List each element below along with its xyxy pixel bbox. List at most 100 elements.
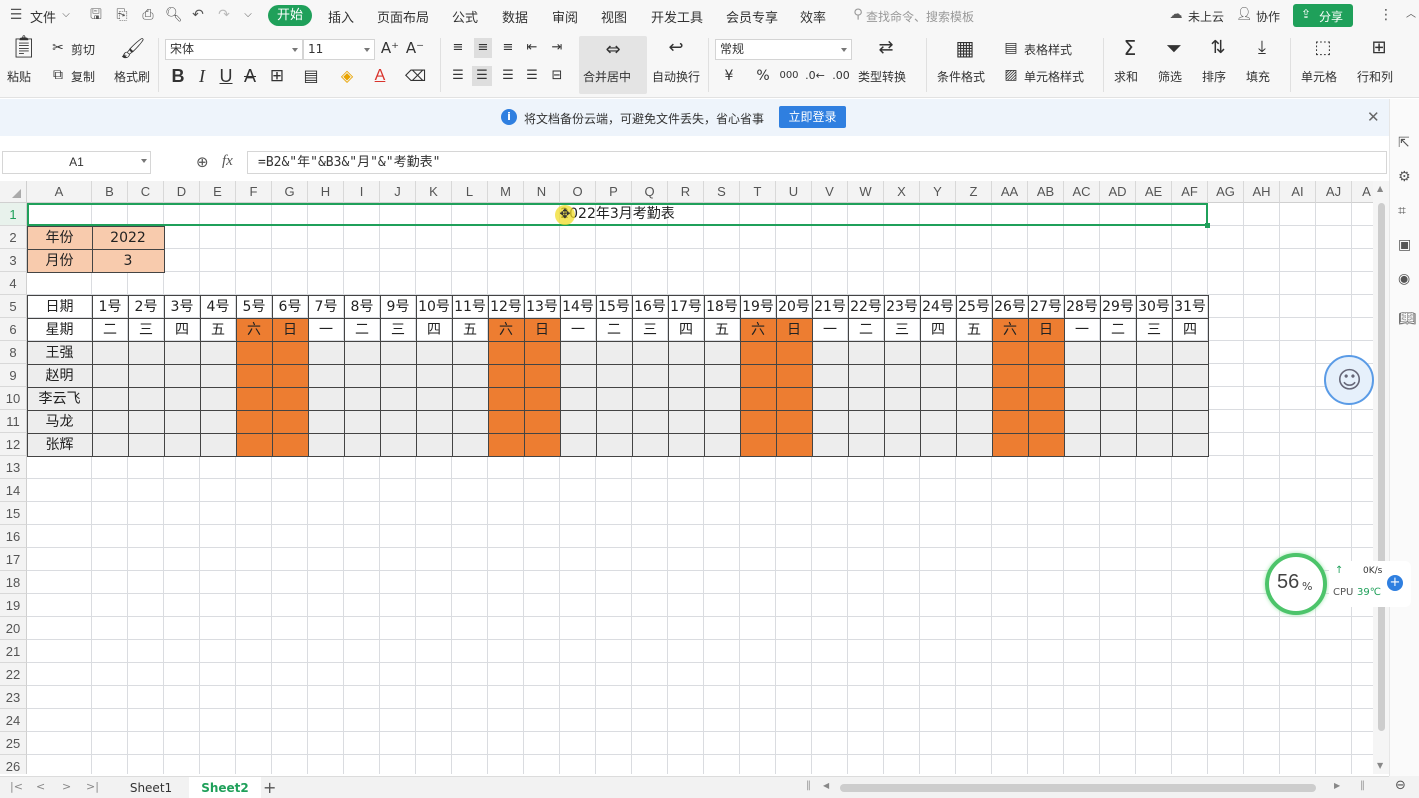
attendance-cell[interactable]: [811, 432, 849, 457]
attendance-cell[interactable]: [91, 409, 129, 434]
attendance-cell[interactable]: [379, 340, 417, 365]
title-cell[interactable]: 2022年3月考勤表: [27, 203, 1208, 226]
table-style-icon[interactable]: ▤: [1003, 38, 1019, 58]
day-header-cell[interactable]: 6号: [271, 294, 309, 319]
bold-icon[interactable]: B: [170, 66, 186, 86]
attendance-cell[interactable]: [847, 363, 885, 388]
sheet-tab-sheet2[interactable]: Sheet2: [189, 777, 261, 798]
print-icon[interactable]: ⎙: [140, 7, 156, 23]
attendance-cell[interactable]: [163, 340, 201, 365]
percent-icon[interactable]: %: [754, 66, 772, 86]
year-value-cell[interactable]: 2022: [91, 225, 165, 250]
attendance-cell[interactable]: [163, 409, 201, 434]
row-column-button[interactable]: 行和列: [1357, 68, 1393, 85]
attendance-cell[interactable]: [235, 340, 273, 365]
pointer-tool-icon[interactable]: ⇱: [1398, 135, 1410, 151]
row-header[interactable]: 13: [0, 456, 27, 479]
attendance-cell[interactable]: [163, 386, 201, 411]
save-icon[interactable]: 🖫: [88, 7, 104, 23]
sum-button[interactable]: 求和: [1114, 68, 1138, 85]
image-icon[interactable]: ▣: [1398, 237, 1411, 253]
day-header-cell[interactable]: 14号: [559, 294, 597, 319]
column-header[interactable]: A: [1352, 181, 1373, 203]
day-header-cell[interactable]: 29号: [1099, 294, 1137, 319]
column-header[interactable]: S: [704, 181, 740, 203]
scroll-right-icon[interactable]: ▶: [1334, 781, 1340, 790]
attendance-cell[interactable]: [1135, 432, 1173, 457]
employee-name-cell[interactable]: 李云飞: [26, 386, 93, 411]
attendance-cell[interactable]: [631, 363, 669, 388]
column-header[interactable]: AI: [1280, 181, 1316, 203]
day-header-cell[interactable]: 25号: [955, 294, 993, 319]
tab-page-layout[interactable]: 页面布局: [377, 7, 429, 26]
weekday-cell[interactable]: 日: [1027, 317, 1065, 342]
column-header[interactable]: AH: [1244, 181, 1280, 203]
day-header-cell[interactable]: 12号: [487, 294, 525, 319]
attendance-cell[interactable]: [199, 340, 237, 365]
column-header[interactable]: AC: [1064, 181, 1100, 203]
attendance-cell[interactable]: [415, 432, 453, 457]
attendance-cell[interactable]: [343, 340, 381, 365]
attendance-cell[interactable]: [127, 340, 165, 365]
attendance-cell[interactable]: [451, 432, 489, 457]
weekday-cell[interactable]: 二: [847, 317, 885, 342]
filter-icon[interactable]: ⏷: [1162, 38, 1186, 58]
weekday-cell[interactable]: 二: [343, 317, 381, 342]
attendance-cell[interactable]: [91, 340, 129, 365]
day-header-cell[interactable]: 19号: [739, 294, 777, 319]
attendance-cell[interactable]: [1027, 386, 1065, 411]
location-icon[interactable]: ◉: [1398, 271, 1410, 287]
attendance-cell[interactable]: [919, 363, 957, 388]
last-sheet-icon[interactable]: >|: [86, 780, 99, 793]
crop-icon[interactable]: ⌗: [1398, 203, 1406, 219]
attendance-cell[interactable]: [379, 432, 417, 457]
attendance-cell[interactable]: [91, 386, 129, 411]
vertical-scrollbar[interactable]: ▲ ▼: [1373, 181, 1389, 774]
day-header-cell[interactable]: 28号: [1063, 294, 1101, 319]
attendance-cell[interactable]: [163, 363, 201, 388]
attendance-cell[interactable]: [451, 363, 489, 388]
attendance-cell[interactable]: [415, 363, 453, 388]
column-header[interactable]: J: [380, 181, 416, 203]
attendance-cell[interactable]: [595, 432, 633, 457]
attendance-cell[interactable]: [991, 432, 1029, 457]
attendance-cell[interactable]: [1099, 409, 1137, 434]
column-header[interactable]: Z: [956, 181, 992, 203]
attendance-cell[interactable]: [1063, 409, 1101, 434]
attendance-cell[interactable]: [307, 432, 345, 457]
weekday-cell[interactable]: 三: [1135, 317, 1173, 342]
attendance-cell[interactable]: [991, 340, 1029, 365]
weekday-cell[interactable]: 日: [523, 317, 561, 342]
attendance-cell[interactable]: [199, 409, 237, 434]
attendance-cell[interactable]: [127, 432, 165, 457]
day-header-cell[interactable]: 8号: [343, 294, 381, 319]
clear-format-icon[interactable]: ⌫: [405, 66, 426, 86]
attendance-cell[interactable]: [775, 363, 813, 388]
day-header-cell[interactable]: 7号: [307, 294, 345, 319]
select-all-corner[interactable]: [0, 181, 27, 203]
attendance-cell[interactable]: [631, 340, 669, 365]
border-icon[interactable]: ⊞: [266, 66, 288, 86]
attendance-cell[interactable]: [919, 340, 957, 365]
attendance-cell[interactable]: [631, 432, 669, 457]
attendance-cell[interactable]: [1063, 432, 1101, 457]
attendance-cell[interactable]: [451, 409, 489, 434]
attendance-cell[interactable]: [127, 386, 165, 411]
chevron-down-icon[interactable]: ⌵: [58, 7, 74, 23]
font-name-select[interactable]: 宋体: [165, 39, 303, 60]
column-header[interactable]: AE: [1136, 181, 1172, 203]
format-painter-button[interactable]: 格式刷: [114, 68, 150, 85]
attendance-cell[interactable]: [1099, 432, 1137, 457]
splitter-icon[interactable]: ‖: [806, 780, 811, 791]
align-center-icon[interactable]: ☰: [472, 66, 492, 86]
attendance-cell[interactable]: [415, 386, 453, 411]
attendance-cell[interactable]: [739, 340, 777, 365]
attendance-cell[interactable]: [919, 386, 957, 411]
attendance-cell[interactable]: [631, 386, 669, 411]
column-header[interactable]: G: [272, 181, 308, 203]
attendance-cell[interactable]: [1171, 386, 1209, 411]
attendance-cell[interactable]: [955, 409, 993, 434]
attendance-cell[interactable]: [811, 363, 849, 388]
row-header[interactable]: 6: [0, 318, 27, 341]
align-left-icon[interactable]: ☰: [450, 66, 466, 86]
